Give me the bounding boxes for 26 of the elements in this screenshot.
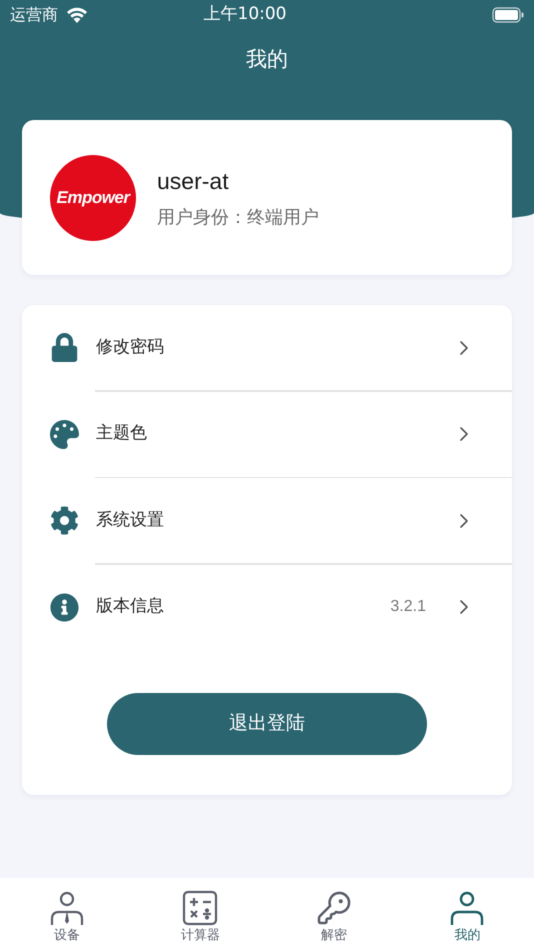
avatar-logo: Empower: [50, 154, 136, 240]
tab-bar-item[interactable]: 解密: [267, 878, 400, 950]
person-icon: [449, 890, 486, 926]
calculator-icon: [182, 890, 218, 926]
palette-icon: [50, 420, 79, 448]
clock: 上午10:00: [202, 3, 288, 26]
menu-item[interactable]: 版本信息 3.2.1: [22, 564, 512, 650]
info-icon: [50, 592, 79, 622]
key-icon: [316, 890, 352, 926]
page-title: 我的: [246, 46, 288, 74]
battery-icon: [492, 7, 524, 23]
wifi-icon: [66, 7, 88, 23]
person-tie-icon: [48, 890, 85, 926]
tab-bar-item[interactable]: 设备: [0, 878, 134, 950]
version-number: 3.2.1: [390, 597, 426, 617]
carrier-name: 运营商: [10, 4, 58, 26]
lock-icon: [50, 333, 79, 362]
user-role: 用户身份：终端用户: [157, 206, 319, 230]
tab-bar-item[interactable]: 我的: [400, 878, 534, 950]
menu-item[interactable]: 修改密码: [22, 305, 512, 390]
tab-bar-item[interactable]: 计算器: [134, 878, 267, 950]
menu-item[interactable]: 主题色: [22, 392, 512, 476]
username: user-at: [157, 166, 230, 196]
menu-item[interactable]: 系统设置: [22, 478, 512, 563]
settings-icon: [50, 506, 79, 535]
logout-button[interactable]: 退出登陆: [107, 692, 427, 754]
